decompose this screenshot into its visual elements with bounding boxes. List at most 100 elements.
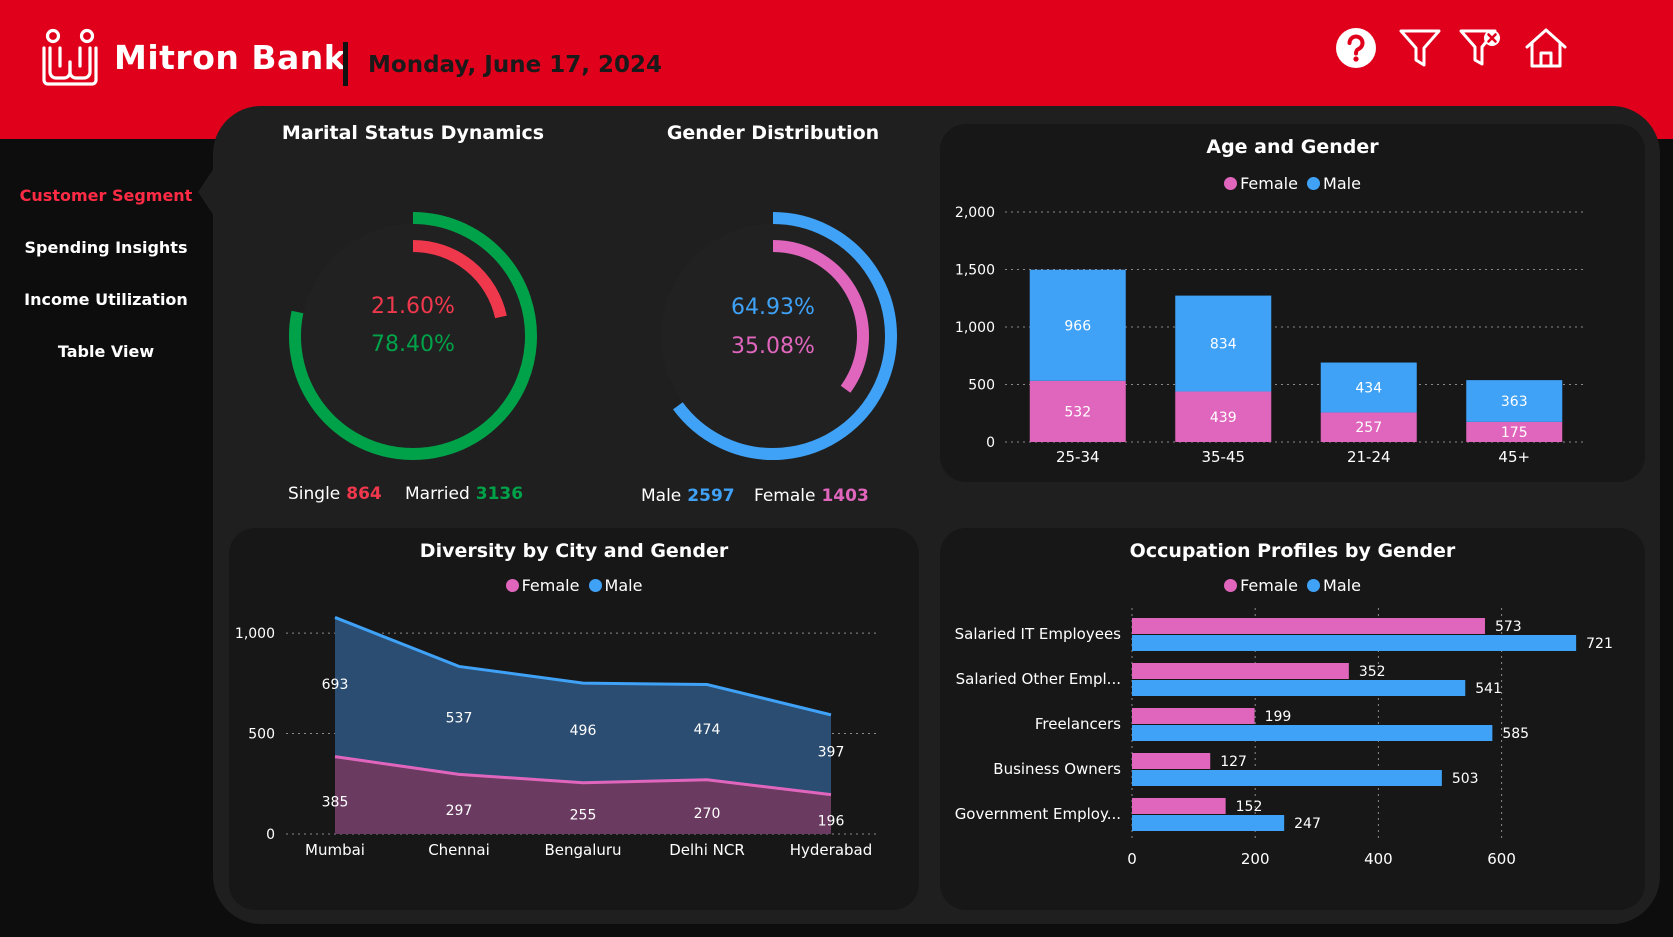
filter-icon[interactable] <box>1398 26 1442 70</box>
y-tick-label: Business Owners <box>993 760 1121 778</box>
data-label-female: 532 <box>1064 404 1091 420</box>
x-tick-label: Delhi NCR <box>669 841 745 859</box>
sidebar-nav: Customer Segment Spending Insights Incom… <box>0 170 212 378</box>
data-label-female: 385 <box>322 794 349 810</box>
data-label-female: 352 <box>1359 664 1386 680</box>
male-value: 2597 <box>687 486 735 506</box>
data-label-female: 439 <box>1210 410 1237 426</box>
brand-name: Mitron Bank <box>114 38 347 77</box>
data-label-male: 585 <box>1502 726 1529 742</box>
single-percent: 21.60% <box>371 294 455 319</box>
gender-title: Gender Distribution <box>666 122 880 144</box>
single-stat: Single 864 <box>288 484 382 504</box>
data-label-male: 363 <box>1501 394 1528 410</box>
age-gender-card: Age and Gender Female Male 0 500 1,000 1,50… <box>940 124 1645 482</box>
report-date: Monday, June 17, 2024 <box>368 52 662 78</box>
x-tick-label: 200 <box>1241 850 1270 868</box>
city-gender-chart: 0 500 1,000 385 693 Mumbai 297 537 Chennai 255 496… <box>235 616 879 859</box>
bar-female <box>1132 798 1226 814</box>
x-tick-label: 45+ <box>1498 448 1530 466</box>
data-label-female: 255 <box>570 807 597 823</box>
y-tick-label: 1,000 <box>955 320 995 336</box>
y-tick-label: 500 <box>248 727 275 743</box>
x-tick-label: Bengaluru <box>544 841 621 859</box>
x-tick-label: 25-34 <box>1056 448 1100 466</box>
nav-income-utilization[interactable]: Income Utilization <box>0 274 212 326</box>
data-label-female: 127 <box>1220 754 1247 770</box>
data-label-female: 257 <box>1355 420 1382 436</box>
occupation-gender-card: Occupation Profiles by Gender Female Mal… <box>940 528 1645 910</box>
bar-male <box>1132 770 1442 786</box>
bar-female <box>1132 708 1255 724</box>
data-label-female: 199 <box>1265 709 1292 725</box>
y-tick-label: Salaried Other Empl... <box>956 670 1121 688</box>
occupation-gender-chart: 0 200 400 600 573 721 Salaried IT Employees 352… <box>955 608 1613 868</box>
data-label-female: 297 <box>446 803 473 819</box>
x-tick-label: Chennai <box>428 841 490 859</box>
y-tick-label: 2,000 <box>955 205 995 221</box>
data-label-male: 966 <box>1064 318 1091 334</box>
x-tick-label: 21-24 <box>1347 448 1391 466</box>
female-value: 1403 <box>821 486 869 506</box>
nav-customer-segment[interactable]: Customer Segment <box>0 170 212 222</box>
x-tick-label: 35-45 <box>1201 448 1245 466</box>
data-label-male: 503 <box>1452 771 1479 787</box>
y-tick-label: 0 <box>986 435 995 451</box>
female-label: Female <box>754 486 816 506</box>
age-gender-chart: 0 500 1,000 1,500 2,000 532 966 25-34 439 834 35-4… <box>955 205 1587 466</box>
nav-spending-insights[interactable]: Spending Insights <box>0 222 212 274</box>
data-label-male: 397 <box>818 745 845 761</box>
bar-male <box>1132 680 1466 696</box>
data-label-male: 537 <box>446 710 473 726</box>
male-stat: Male 2597 <box>641 486 735 506</box>
bar-male <box>1132 635 1577 651</box>
data-label-male: 247 <box>1294 816 1321 832</box>
data-label-female: 196 <box>818 813 845 829</box>
y-tick-label: 1,500 <box>955 263 995 279</box>
y-tick-label: Government Employ... <box>955 805 1121 823</box>
married-value: 3136 <box>475 484 524 504</box>
logo-icon <box>42 28 98 86</box>
x-tick-label: 0 <box>1127 850 1137 868</box>
data-label-female: 152 <box>1236 799 1263 815</box>
x-tick-label: Hyderabad <box>790 841 873 859</box>
main-panel: Marital Status Dynamics 21.60% 78.40% Si… <box>213 106 1660 924</box>
y-tick-label: 500 <box>968 378 995 394</box>
male-percent: 64.93% <box>731 295 815 320</box>
data-label-female: 175 <box>1501 425 1528 441</box>
data-label-male: 721 <box>1586 636 1613 652</box>
data-label-male: 693 <box>322 677 349 693</box>
married-stat: Married 3136 <box>405 484 523 504</box>
bar-male <box>1132 725 1493 741</box>
clear-filter-icon[interactable] <box>1459 26 1503 70</box>
female-stat: Female 1403 <box>754 486 869 506</box>
single-value: 864 <box>346 484 382 504</box>
header-divider <box>343 42 348 86</box>
data-label-male: 834 <box>1210 337 1237 353</box>
data-label-male: 541 <box>1475 681 1502 697</box>
y-tick-label: Salaried IT Employees <box>955 625 1122 643</box>
city-gender-card: Diversity by City and Gender Female Male… <box>229 528 919 910</box>
bar-female <box>1132 618 1485 634</box>
y-tick-label: 1,000 <box>235 626 275 642</box>
bar-male <box>1132 815 1285 831</box>
data-label-male: 434 <box>1355 380 1382 396</box>
male-label: Male <box>641 486 682 506</box>
x-tick-label: 600 <box>1487 850 1516 868</box>
bar-female <box>1132 753 1211 769</box>
x-tick-label: 400 <box>1364 850 1393 868</box>
help-icon[interactable] <box>1334 26 1378 70</box>
marital-title: Marital Status Dynamics <box>281 122 545 144</box>
data-label-male: 474 <box>694 722 721 738</box>
data-label-female: 573 <box>1495 619 1522 635</box>
single-label: Single <box>288 484 341 504</box>
y-tick-label: 0 <box>266 827 275 843</box>
home-icon[interactable] <box>1524 26 1568 70</box>
nav-table-view[interactable]: Table View <box>0 326 212 378</box>
data-label-female: 270 <box>694 806 721 822</box>
y-tick-label: Freelancers <box>1035 715 1121 733</box>
female-percent: 35.08% <box>731 334 815 359</box>
married-label: Married <box>405 484 470 504</box>
data-label-male: 496 <box>570 723 597 739</box>
married-percent: 78.40% <box>371 332 455 357</box>
